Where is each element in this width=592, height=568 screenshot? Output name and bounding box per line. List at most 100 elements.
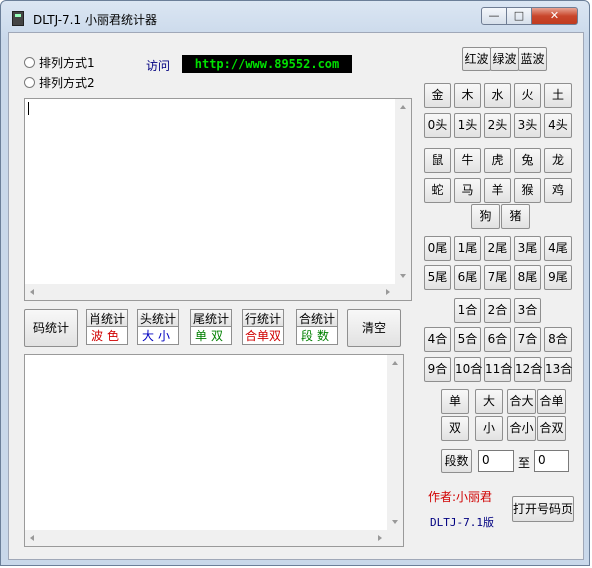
animal-rabbit-button[interactable]: 兔 xyxy=(514,148,541,173)
sum-12-button[interactable]: 12合 xyxy=(514,357,542,382)
element-fire-button[interactable]: 火 xyxy=(514,83,541,108)
tail-3-button[interactable]: 3尾 xyxy=(514,236,541,261)
head-1-button[interactable]: 1头 xyxy=(454,113,481,138)
sum-8-button[interactable]: 8合 xyxy=(544,327,572,352)
radio-option-1[interactable]: 排列方式1 xyxy=(24,54,95,71)
tail-4-button[interactable]: 4尾 xyxy=(544,236,572,261)
head-stats-label[interactable]: 头统计 xyxy=(137,309,179,327)
animal-snake-button[interactable]: 蛇 xyxy=(424,178,451,203)
odd-button[interactable]: 单 xyxy=(441,389,469,414)
sum-2-button[interactable]: 2合 xyxy=(484,298,511,323)
head-2-button[interactable]: 2头 xyxy=(484,113,511,138)
green-wave-button[interactable]: 绿波 xyxy=(490,47,519,71)
tail-stats-label[interactable]: 尾统计 xyxy=(190,309,232,327)
row-stats-label[interactable]: 行统计 xyxy=(242,309,284,327)
head-3-button[interactable]: 3头 xyxy=(514,113,541,138)
vertical-scrollbar[interactable] xyxy=(387,355,403,530)
element-wood-button[interactable]: 木 xyxy=(454,83,481,108)
segment-label[interactable]: 段数 xyxy=(296,327,338,345)
tail-5-button[interactable]: 5尾 xyxy=(424,265,451,290)
size-label[interactable]: 大小 xyxy=(137,327,179,345)
element-water-button[interactable]: 水 xyxy=(484,83,511,108)
zodiac-stats-button[interactable]: 肖统计 波色 xyxy=(86,309,128,345)
sum-odd-button[interactable]: 合单 xyxy=(537,389,566,414)
head-4-button[interactable]: 4头 xyxy=(544,113,572,138)
sum-even-button[interactable]: 合双 xyxy=(537,416,566,441)
sum-stats-label[interactable]: 合统计 xyxy=(296,309,338,327)
maximize-button[interactable]: □ xyxy=(506,7,532,25)
sum-big-button[interactable]: 合大 xyxy=(507,389,536,414)
horizontal-scrollbar[interactable] xyxy=(25,284,395,300)
blue-wave-button[interactable]: 蓝波 xyxy=(518,47,547,71)
tail-2-button[interactable]: 2尾 xyxy=(484,236,511,261)
animal-pig-button[interactable]: 猪 xyxy=(501,204,530,229)
odd-even-label[interactable]: 单双 xyxy=(190,327,232,345)
scroll-left-icon[interactable] xyxy=(30,535,34,541)
code-stats-button[interactable]: 码统计 xyxy=(24,309,78,347)
client-area: 排列方式1 排列方式2 访问 http://www.89552.com 码统计 … xyxy=(8,32,584,560)
sum-4-button[interactable]: 4合 xyxy=(424,327,451,352)
segment-to-input[interactable]: 0 xyxy=(534,450,569,472)
horizontal-scrollbar[interactable] xyxy=(25,530,387,546)
tail-9-button[interactable]: 9尾 xyxy=(544,265,572,290)
animal-dragon-button[interactable]: 龙 xyxy=(544,148,572,173)
output-textarea[interactable] xyxy=(24,354,404,547)
scroll-up-icon[interactable] xyxy=(400,105,406,109)
input-textarea[interactable] xyxy=(24,98,412,301)
scroll-right-icon[interactable] xyxy=(386,289,390,295)
title-bar[interactable]: DLTJ-7.1 小丽君统计器 — □ ✕ xyxy=(1,1,591,35)
website-link[interactable]: http://www.89552.com xyxy=(182,55,352,73)
sum-13-button[interactable]: 13合 xyxy=(544,357,572,382)
tail-0-button[interactable]: 0尾 xyxy=(424,236,451,261)
sum-7-button[interactable]: 7合 xyxy=(514,327,541,352)
scroll-down-icon[interactable] xyxy=(400,274,406,278)
vertical-scrollbar[interactable] xyxy=(395,99,411,284)
tail-1-button[interactable]: 1尾 xyxy=(454,236,481,261)
animal-rooster-button[interactable]: 鸡 xyxy=(544,178,572,203)
element-earth-button[interactable]: 土 xyxy=(544,83,572,108)
head-stats-button[interactable]: 头统计 大小 xyxy=(137,309,179,345)
animal-ox-button[interactable]: 牛 xyxy=(454,148,481,173)
scroll-right-icon[interactable] xyxy=(378,535,382,541)
zodiac-stats-label[interactable]: 肖统计 xyxy=(86,309,128,327)
tail-8-button[interactable]: 8尾 xyxy=(514,265,541,290)
sum-6-button[interactable]: 6合 xyxy=(484,327,511,352)
animal-rat-button[interactable]: 鼠 xyxy=(424,148,451,173)
open-number-page-button[interactable]: 打开号码页 xyxy=(512,496,574,522)
clear-button[interactable]: 清空 xyxy=(347,309,401,347)
sum-9-button[interactable]: 9合 xyxy=(424,357,451,382)
scroll-down-icon[interactable] xyxy=(392,520,398,524)
red-wave-button[interactable]: 红波 xyxy=(462,47,491,71)
animal-goat-button[interactable]: 羊 xyxy=(484,178,511,203)
window-title: DLTJ-7.1 小丽君统计器 xyxy=(33,13,157,27)
animal-horse-button[interactable]: 马 xyxy=(454,178,481,203)
animal-monkey-button[interactable]: 猴 xyxy=(514,178,541,203)
sum-stats-button[interactable]: 合统计 段数 xyxy=(296,309,338,345)
minimize-button[interactable]: — xyxy=(481,7,507,25)
sum-small-button[interactable]: 合小 xyxy=(507,416,536,441)
animal-tiger-button[interactable]: 虎 xyxy=(484,148,511,173)
sum-5-button[interactable]: 5合 xyxy=(454,327,481,352)
wave-color-label[interactable]: 波色 xyxy=(86,327,128,345)
scroll-up-icon[interactable] xyxy=(392,361,398,365)
big-button[interactable]: 大 xyxy=(475,389,503,414)
head-0-button[interactable]: 0头 xyxy=(424,113,451,138)
tail-6-button[interactable]: 6尾 xyxy=(454,265,481,290)
sum-1-button[interactable]: 1合 xyxy=(454,298,481,323)
segment-button[interactable]: 段数 xyxy=(441,449,472,473)
tail-7-button[interactable]: 7尾 xyxy=(484,265,511,290)
row-stats-button[interactable]: 行统计 合单双 xyxy=(242,309,284,345)
animal-dog-button[interactable]: 狗 xyxy=(471,204,500,229)
scroll-left-icon[interactable] xyxy=(30,289,34,295)
sum-10-button[interactable]: 10合 xyxy=(454,357,482,382)
radio-option-2[interactable]: 排列方式2 xyxy=(24,74,95,91)
element-gold-button[interactable]: 金 xyxy=(424,83,451,108)
sum-3-button[interactable]: 3合 xyxy=(514,298,541,323)
tail-stats-button[interactable]: 尾统计 单双 xyxy=(190,309,232,345)
even-button[interactable]: 双 xyxy=(441,416,469,441)
segment-from-input[interactable]: 0 xyxy=(478,450,514,472)
close-button[interactable]: ✕ xyxy=(531,7,578,25)
sum-11-button[interactable]: 11合 xyxy=(484,357,512,382)
small-button[interactable]: 小 xyxy=(475,416,503,441)
sum-odd-even-label[interactable]: 合单双 xyxy=(242,327,284,345)
